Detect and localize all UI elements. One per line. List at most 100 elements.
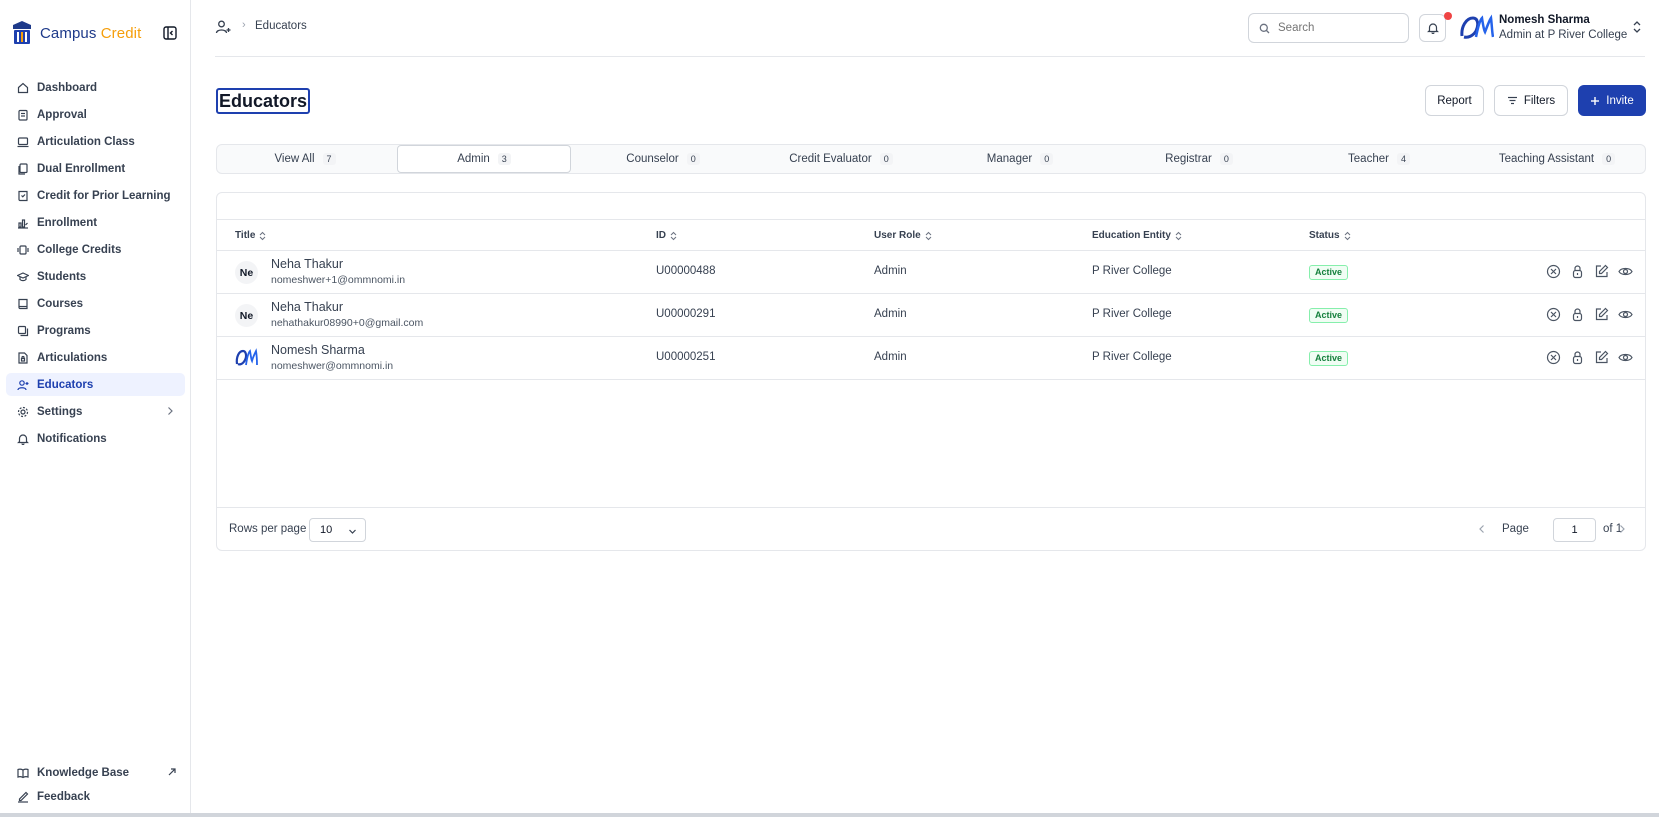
chevrons-up-down-icon[interactable] (1631, 20, 1643, 34)
search-box[interactable] (1248, 13, 1409, 43)
sidebar-item-dual-enrollment[interactable]: Dual Enrollment (6, 157, 185, 180)
sort-icon (925, 231, 932, 240)
tab-manager[interactable]: Manager 0 (931, 145, 1109, 173)
sidebar-item-articulations[interactable]: Articulations (6, 346, 185, 369)
brand[interactable]: Campus Credit (12, 20, 141, 46)
page-input[interactable] (1553, 518, 1596, 542)
filter-icon (1507, 96, 1517, 105)
tab-teaching-assistant[interactable]: Teaching Assistant 0 (1469, 145, 1645, 173)
sidebar-item-notifications[interactable]: Notifications (6, 427, 185, 450)
sidebar-item-knowledge-base[interactable]: Knowledge Base (6, 761, 185, 784)
lock-icon[interactable] (1570, 350, 1585, 365)
bell-icon (1426, 23, 1439, 34)
filters-button[interactable]: Filters (1494, 85, 1568, 116)
row-actions (1546, 307, 1633, 322)
breadcrumb[interactable]: Educators (255, 20, 307, 32)
home-icon (17, 82, 29, 93)
invite-button[interactable]: Invite (1578, 85, 1646, 116)
deactivate-icon[interactable] (1546, 307, 1561, 322)
window-bottom-edge (0, 813, 1659, 817)
brand-name: Campus Credit (40, 24, 142, 42)
table-row[interactable]: Ne Neha Thakur nehathakur08990+0@gmail.c… (217, 294, 1645, 337)
tab-registrar[interactable]: Registrar 0 (1109, 145, 1289, 173)
app-root: Campus Credit Dashboard Approval Articul… (0, 0, 1659, 817)
sort-icon (260, 231, 266, 240)
notifications-button[interactable] (1419, 14, 1446, 42)
educator-email: nehathakur08990+0@gmail.com (271, 317, 424, 329)
lock-icon[interactable] (1570, 307, 1585, 322)
search-input[interactable] (1278, 22, 1398, 34)
graduation-cap-icon (17, 271, 29, 281)
user-role: Admin at P River College (1499, 29, 1628, 41)
table-row[interactable]: Ne Neha Thakur nomeshwer+1@ommnomi.in U0… (217, 251, 1645, 294)
chevron-left-icon[interactable] (1477, 524, 1487, 534)
sidebar-nav: Dashboard Approval Articulation Class Du… (6, 76, 185, 454)
educator-role: Admin (874, 308, 907, 320)
book-icon (18, 298, 28, 309)
lock-icon[interactable] (1570, 264, 1585, 279)
educator-name: Nomesh Sharma (271, 343, 365, 357)
notification-dot (1444, 12, 1452, 20)
edit-icon[interactable] (1594, 307, 1609, 322)
sidebar-item-students[interactable]: Students (6, 265, 185, 288)
rows-per-page-select[interactable]: 10 (309, 518, 366, 542)
book-check-icon (18, 190, 28, 201)
column-header-title[interactable]: Title (235, 230, 266, 241)
avatar: Ne (235, 304, 258, 327)
sidebar-item-college-credits[interactable]: College Credits (6, 238, 185, 261)
clipboard-icon (18, 109, 28, 121)
tab-view-all[interactable]: View All 7 (217, 145, 393, 173)
user-logo-avatar-icon (235, 348, 258, 366)
sidebar-item-programs[interactable]: Programs (6, 319, 185, 342)
sidebar-item-approval[interactable]: Approval (6, 103, 185, 126)
table-row[interactable]: Nomesh Sharma nomeshwer@ommnomi.in U0000… (217, 337, 1645, 380)
column-header-user-role[interactable]: User Role (874, 230, 932, 241)
user-avatar[interactable] (1460, 13, 1494, 41)
file-lock-icon (18, 351, 28, 364)
chevron-right-icon[interactable] (1617, 524, 1627, 534)
sidebar-item-courses[interactable]: Courses (6, 292, 185, 315)
tab-teacher[interactable]: Teacher 4 (1289, 145, 1469, 173)
sidebar-item-credit-for-prior-learning[interactable]: Credit for Prior Learning (6, 184, 185, 207)
sidebar-item-educators[interactable]: Educators (6, 373, 185, 396)
tab-credit-evaluator[interactable]: Credit Evaluator 0 (751, 145, 931, 173)
sidebar-item-dashboard[interactable]: Dashboard (6, 76, 185, 99)
sidebar-bottom-nav: Knowledge Base Feedback (6, 761, 185, 809)
sidebar: Campus Credit Dashboard Approval Articul… (0, 0, 191, 817)
search-icon (1259, 23, 1270, 33)
edit-icon[interactable] (1594, 264, 1609, 279)
column-header-status[interactable]: Status (1309, 230, 1351, 241)
sidebar-toggle-icon[interactable] (163, 26, 177, 40)
status-badge: Active (1309, 351, 1349, 366)
educator-entity: P River College (1092, 308, 1172, 320)
gear-icon (17, 406, 29, 417)
status-badge: Active (1309, 265, 1349, 280)
view-icon[interactable] (1618, 264, 1633, 279)
tab-admin[interactable]: Admin 3 (397, 145, 571, 173)
sidebar-item-enrollment[interactable]: Enrollment (6, 211, 185, 234)
report-button[interactable]: Report (1425, 85, 1484, 116)
view-icon[interactable] (1618, 350, 1633, 365)
view-icon[interactable] (1618, 307, 1633, 322)
page-label: Page (1502, 523, 1529, 535)
edit-icon[interactable] (1594, 350, 1609, 365)
sidebar-item-articulation-class[interactable]: Articulation Class (6, 130, 185, 153)
sort-icon (1344, 231, 1350, 240)
educator-id: U00000291 (656, 308, 716, 320)
deactivate-icon[interactable] (1546, 264, 1561, 279)
column-header-id[interactable]: ID (656, 230, 677, 241)
tab-counselor[interactable]: Counselor 0 (575, 145, 751, 173)
educator-entity: P River College (1092, 265, 1172, 277)
educator-id: U00000251 (656, 351, 716, 363)
sidebar-item-feedback[interactable]: Feedback (6, 785, 185, 808)
column-header-education-entity[interactable]: Education Entity (1092, 230, 1182, 241)
user-plus-icon (17, 379, 29, 390)
file-stack-icon (18, 162, 28, 175)
bell-icon (17, 433, 29, 445)
sidebar-item-settings[interactable]: Settings (6, 400, 185, 423)
table-footer: Rows per page 10 Page of 1 (217, 507, 1645, 551)
row-actions (1546, 264, 1633, 279)
deactivate-icon[interactable] (1546, 350, 1561, 365)
educator-email: nomeshwer@ommnomi.in (271, 360, 394, 372)
educator-role: Admin (874, 351, 907, 363)
